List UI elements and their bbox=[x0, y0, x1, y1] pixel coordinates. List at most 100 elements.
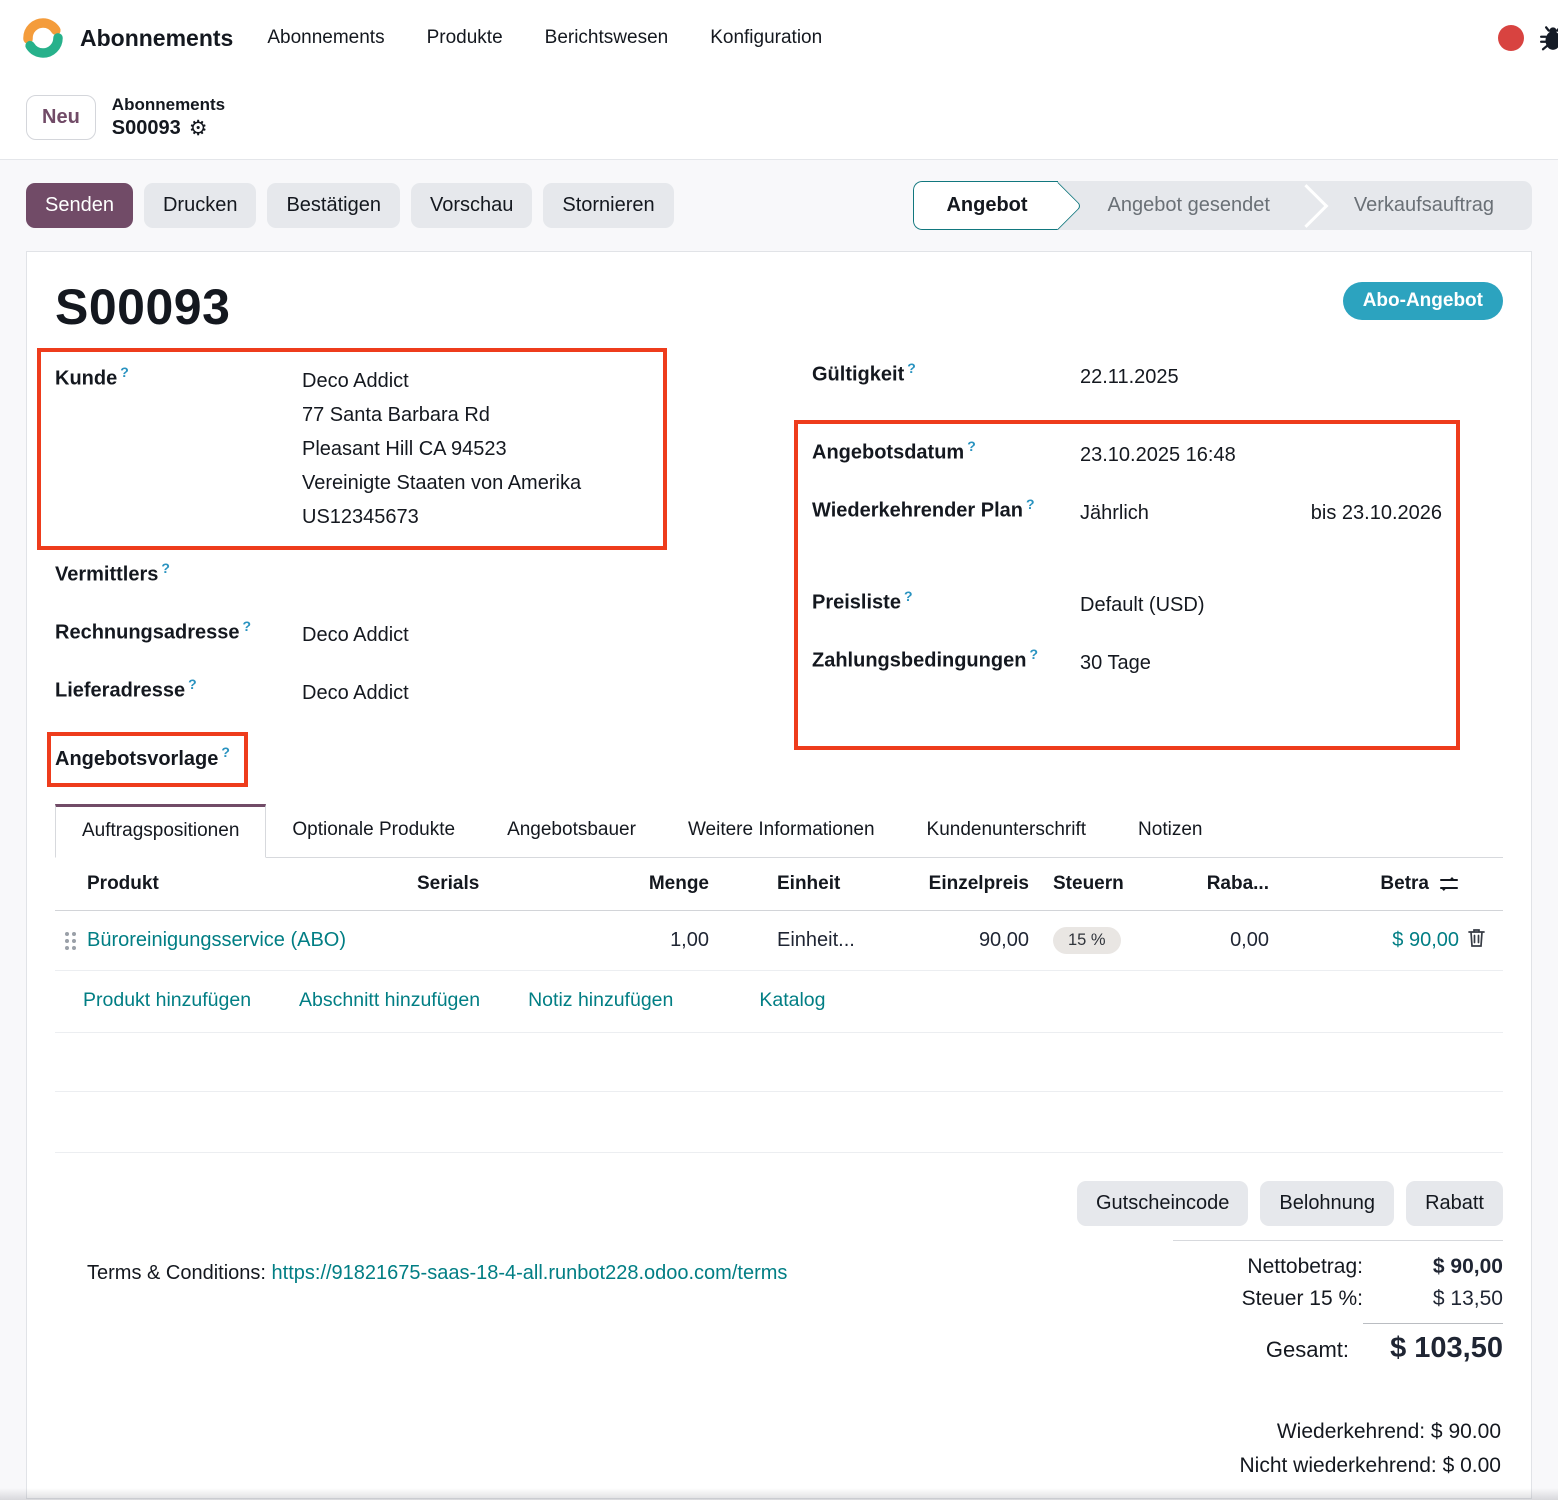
reward-button[interactable]: Belohnung bbox=[1260, 1181, 1394, 1226]
plan-until[interactable]: bis 23.10.2026 bbox=[1311, 496, 1442, 530]
delete-row-cell[interactable] bbox=[1463, 911, 1503, 970]
tax-cell[interactable]: 15 % bbox=[1033, 911, 1183, 970]
terms-line: Terms & Conditions: https://91821675-saa… bbox=[87, 1262, 787, 1369]
preisliste-value[interactable]: Default (USD) bbox=[1080, 586, 1442, 622]
total-amount-value: $ 103,50 bbox=[1363, 1323, 1503, 1365]
record-header: S00093 Abo-Angebot bbox=[55, 278, 1503, 336]
record-title: S00093 bbox=[55, 278, 230, 336]
catalog-link[interactable]: Katalog bbox=[759, 989, 825, 1012]
unit-price-cell[interactable]: 90,00 bbox=[883, 913, 1033, 968]
rechnungsadresse-value[interactable]: Deco Addict bbox=[302, 616, 667, 652]
col-einheit[interactable]: Einheit bbox=[713, 858, 883, 910]
menu-produkte[interactable]: Produkte bbox=[427, 27, 503, 49]
col-betrag[interactable]: Betra bbox=[1273, 858, 1463, 910]
help-icon[interactable]: ? bbox=[243, 618, 252, 634]
tab-angebotsbauer[interactable]: Angebotsbauer bbox=[481, 804, 662, 857]
confirm-button[interactable]: Bestätigen bbox=[267, 183, 400, 228]
col-steuern[interactable]: Steuern bbox=[1033, 858, 1183, 910]
angebotsdatum-value[interactable]: 23.10.2025 16:48 bbox=[1080, 436, 1442, 472]
amount-cell[interactable]: $ 90,00 bbox=[1273, 913, 1463, 968]
tab-auftragspositionen[interactable]: Auftragspositionen bbox=[55, 804, 266, 858]
serials-cell[interactable] bbox=[413, 925, 513, 957]
order-lines-table: Produkt Serials Menge Einheit Einzelprei… bbox=[55, 858, 1503, 1153]
kunde-value[interactable]: Deco Addict 77 Santa Barbara Rd Pleasant… bbox=[302, 362, 649, 534]
help-icon[interactable]: ? bbox=[1026, 496, 1035, 512]
qty-cell[interactable]: 1,00 bbox=[513, 913, 713, 968]
product-cell[interactable]: Büroreinigungsservice (ABO) bbox=[83, 913, 413, 968]
help-icon[interactable]: ? bbox=[907, 360, 916, 376]
app-name[interactable]: Abonnements bbox=[80, 25, 233, 52]
table-header-row: Produkt Serials Menge Einheit Einzelprei… bbox=[55, 858, 1503, 911]
col-rabatt[interactable]: Raba... bbox=[1183, 858, 1273, 910]
unit-cell[interactable]: Einheit... bbox=[713, 913, 883, 968]
help-icon[interactable]: ? bbox=[120, 364, 129, 380]
tax-badge[interactable]: 15 % bbox=[1053, 927, 1121, 954]
recurring-summary: Wiederkehrend: $ 90.00 Nicht wiederkehre… bbox=[55, 1415, 1503, 1483]
coupon-code-button[interactable]: Gutscheincode bbox=[1077, 1181, 1248, 1226]
discount-cell[interactable]: 0,00 bbox=[1183, 913, 1273, 968]
promo-buttons: Gutscheincode Belohnung Rabatt bbox=[55, 1181, 1503, 1226]
col-einzelpreis[interactable]: Einzelpreis bbox=[883, 858, 1033, 910]
add-product-link[interactable]: Produkt hinzufügen bbox=[83, 989, 251, 1012]
menu-konfiguration[interactable]: Konfiguration bbox=[710, 27, 822, 49]
tab-weitere-informationen[interactable]: Weitere Informationen bbox=[662, 804, 901, 857]
gueltigkeit-value[interactable]: 22.11.2025 bbox=[1080, 358, 1460, 394]
adjust-columns-icon[interactable] bbox=[1439, 875, 1459, 893]
field-columns: Kunde? Deco Addict 77 Santa Barbara Rd P… bbox=[55, 358, 1503, 790]
zahlungsbedingungen-value[interactable]: 30 Tage bbox=[1080, 644, 1442, 680]
new-button[interactable]: Neu bbox=[26, 95, 96, 140]
fields-right-column: Gültigkeit? 22.11.2025 Angebotsdatum? 23… bbox=[812, 358, 1460, 790]
breadcrumb: Abonnements S00093 ⚙ bbox=[112, 94, 225, 142]
total-amount-row: Gesamt: $ 103,50 bbox=[1173, 1319, 1503, 1369]
menu-berichtswesen[interactable]: Berichtswesen bbox=[545, 27, 669, 49]
add-section-link[interactable]: Abschnitt hinzufügen bbox=[299, 989, 480, 1012]
actions-column-header bbox=[1463, 869, 1503, 899]
add-note-link[interactable]: Notiz hinzufügen bbox=[528, 989, 673, 1012]
empty-table-area-2 bbox=[55, 1092, 1503, 1153]
app-logo-icon[interactable] bbox=[20, 15, 66, 61]
non-recurring-line: Nicht wiederkehrend: $ 0.00 bbox=[55, 1449, 1501, 1483]
print-button[interactable]: Drucken bbox=[144, 183, 256, 228]
gear-icon[interactable]: ⚙ bbox=[189, 115, 208, 141]
cancel-button[interactable]: Stornieren bbox=[543, 183, 673, 228]
angebotsvorlage-label: Angebotsvorlage? bbox=[55, 746, 230, 770]
menu-abonnements[interactable]: Abonnements bbox=[267, 27, 384, 49]
breadcrumb-current: S00093 ⚙ bbox=[112, 115, 225, 141]
breadcrumb-bar: Neu Abonnements S00093 ⚙ bbox=[0, 76, 1558, 160]
drag-handle[interactable] bbox=[55, 916, 83, 966]
breadcrumb-parent[interactable]: Abonnements bbox=[112, 94, 225, 115]
debug-bug-icon[interactable] bbox=[1538, 23, 1558, 53]
trash-icon[interactable] bbox=[1467, 927, 1486, 948]
help-icon[interactable]: ? bbox=[904, 588, 913, 604]
status-step-angebot[interactable]: Angebot bbox=[913, 181, 1057, 230]
tab-notizen[interactable]: Notizen bbox=[1112, 804, 1228, 857]
help-icon[interactable]: ? bbox=[221, 744, 230, 760]
plan-label: Wiederkehrender Plan? bbox=[812, 494, 1080, 523]
col-serials[interactable]: Serials bbox=[413, 858, 513, 910]
status-step-verkaufsauftrag[interactable]: Verkaufsauftrag bbox=[1308, 181, 1532, 230]
help-icon[interactable]: ? bbox=[161, 560, 170, 576]
send-button[interactable]: Senden bbox=[26, 183, 133, 228]
status-step-angebot-gesendet[interactable]: Angebot gesendet bbox=[1058, 181, 1308, 230]
tax-amount-label: Steuer 15 %: bbox=[1242, 1287, 1363, 1311]
status-bar: Angebot Angebot gesendet Verkaufsauftrag bbox=[913, 181, 1532, 230]
field-wiederkehrender-plan: Wiederkehrender Plan? Jährlich bis 23.10… bbox=[812, 494, 1442, 586]
tab-kundenunterschrift[interactable]: Kundenunterschrift bbox=[901, 804, 1113, 857]
help-icon[interactable]: ? bbox=[188, 676, 197, 692]
col-menge[interactable]: Menge bbox=[513, 858, 713, 910]
preview-button[interactable]: Vorschau bbox=[411, 183, 532, 228]
notebook-tabs: Auftragspositionen Optionale Produkte An… bbox=[55, 804, 1503, 858]
tab-optionale-produkte[interactable]: Optionale Produkte bbox=[266, 804, 481, 857]
lieferadresse-value[interactable]: Deco Addict bbox=[302, 674, 667, 710]
breadcrumb-current-label: S00093 bbox=[112, 116, 181, 141]
col-produkt[interactable]: Produkt bbox=[83, 858, 413, 910]
table-row: Büroreinigungsservice (ABO) 1,00 Einheit… bbox=[55, 911, 1503, 971]
vermittlers-value[interactable] bbox=[302, 558, 667, 560]
lieferadresse-label: Lieferadresse? bbox=[55, 674, 302, 703]
plan-value[interactable]: Jährlich bis 23.10.2026 bbox=[1080, 494, 1442, 530]
help-icon[interactable]: ? bbox=[1029, 646, 1038, 662]
terms-link[interactable]: https://91821675-saas-18-4-all.runbot228… bbox=[272, 1262, 788, 1284]
discount-button[interactable]: Rabatt bbox=[1406, 1181, 1503, 1226]
help-icon[interactable]: ? bbox=[967, 438, 976, 454]
net-amount-label: Nettobetrag: bbox=[1247, 1255, 1363, 1279]
